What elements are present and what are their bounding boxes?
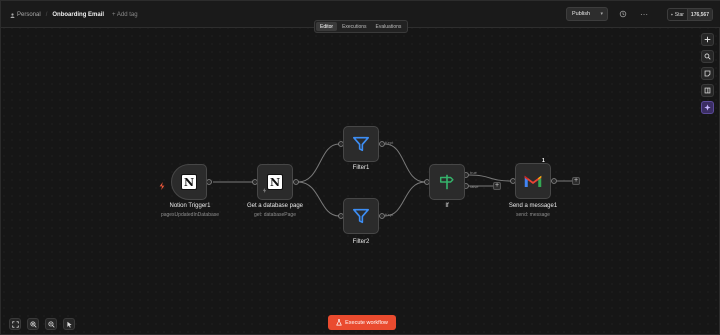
sticky-note-icon[interactable] [701, 67, 714, 80]
getpage-output-port [293, 179, 299, 185]
notion-icon: N [181, 174, 197, 190]
add-node-button[interactable] [701, 33, 714, 46]
node-subtitle: send: message [516, 212, 550, 218]
workflow-name[interactable]: Onboarding Email [52, 12, 104, 18]
chevron-down-icon[interactable]: ▾ [600, 11, 603, 17]
github-icon [671, 13, 673, 16]
node-if[interactable] [429, 164, 465, 200]
flash-icon [262, 180, 267, 198]
filter1-kept-label: Kept [385, 140, 394, 145]
view-tabs: Editor Executions Evaluations [314, 20, 408, 33]
node-filter1[interactable] [343, 126, 379, 162]
fit-view-icon[interactable] [9, 318, 21, 330]
filter-icon [352, 136, 370, 152]
connection-getpage-to-filter1 [297, 143, 340, 183]
filter2-output-port [379, 213, 385, 219]
star-count: 176,567 [686, 9, 712, 20]
connection-getpage-to-filter2 [297, 181, 340, 217]
gmail-icon [524, 175, 542, 187]
tab-executions[interactable]: Executions [338, 22, 370, 31]
history-icon[interactable] [618, 9, 628, 19]
more-options-icon[interactable]: ⋯ [639, 9, 649, 19]
publish-label: Publish [572, 11, 591, 17]
trigger-output-port [206, 179, 212, 185]
zoom-in-icon[interactable] [27, 318, 39, 330]
flask-icon [336, 319, 342, 326]
node-title: Notion Trigger1 [169, 203, 211, 209]
filter1-output-port [379, 141, 385, 147]
connection-if-true-to-send [468, 174, 512, 182]
panel-toggle-icon[interactable] [701, 84, 714, 97]
connection-filter2-to-if [384, 181, 426, 217]
breadcrumb-separator: / [45, 12, 48, 18]
notion-icon: N [267, 174, 283, 190]
project-link[interactable]: Personal [17, 12, 41, 18]
node-title: Send a message1 [508, 203, 558, 209]
signpost-icon [439, 174, 454, 190]
send-output-port [551, 178, 557, 184]
pointer-mode-icon[interactable] [63, 318, 75, 330]
add-node-false-branch-button[interactable]: + [493, 182, 501, 190]
node-title: Filter2 [352, 239, 370, 245]
tab-editor[interactable]: Editor [316, 22, 338, 31]
publish-button[interactable]: Publish ▾ [566, 7, 608, 21]
node-get-database-page[interactable]: N [257, 164, 293, 200]
if-false-label: false [470, 184, 479, 189]
node-subtitle: pagesUpdatedInDatabase [160, 212, 220, 218]
node-title: Get a database page [246, 203, 304, 209]
star-label: Star [674, 11, 684, 18]
filter-icon [352, 208, 370, 224]
node-notion-trigger[interactable]: N [171, 164, 207, 200]
connection-filter1-to-if [384, 143, 426, 183]
github-star-button[interactable]: Star 176,567 [667, 8, 713, 21]
node-send-message[interactable] [515, 163, 551, 199]
lightning-icon [158, 177, 166, 190]
node-filter2[interactable] [343, 198, 379, 234]
breadcrumb: Personal / Onboarding Email + Add tag [10, 10, 138, 20]
ai-assistant-icon[interactable] [701, 101, 714, 114]
add-node-button-after-send[interactable]: + [572, 177, 580, 185]
person-icon [10, 12, 15, 18]
zoom-out-icon[interactable] [45, 318, 57, 330]
node-title: If [445, 203, 449, 209]
filter2-kept-label: Kept [385, 212, 394, 217]
search-icon[interactable] [701, 50, 714, 63]
add-tag-button[interactable]: + Add tag [112, 12, 138, 18]
node-subtitle: get: databasePage [254, 212, 296, 218]
if-true-label: true [470, 170, 477, 175]
node-title: Filter1 [352, 165, 370, 171]
execute-workflow-button[interactable]: Execute workflow [328, 315, 396, 330]
execute-workflow-label: Execute workflow [345, 319, 388, 326]
tab-evaluations[interactable]: Evaluations [372, 22, 406, 31]
